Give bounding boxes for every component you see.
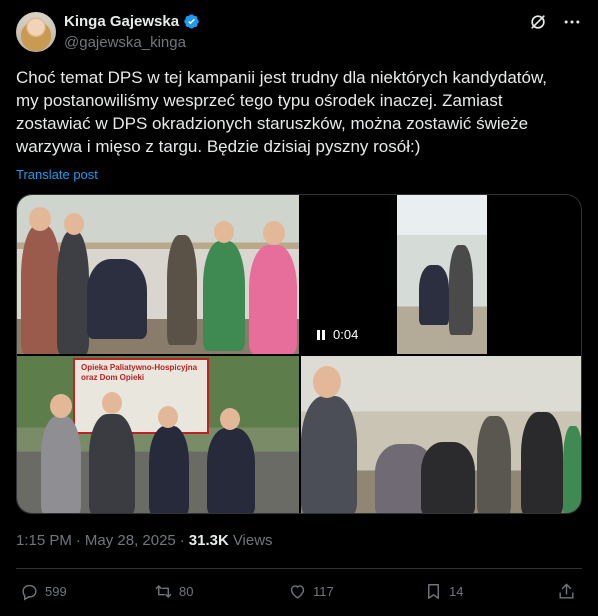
person-figure [421, 442, 475, 513]
person-figure [89, 414, 135, 513]
video-frame [397, 195, 487, 354]
person-figure [207, 428, 255, 513]
banner-sign: Opieka Paliatywno-Hospicyjna oraz Dom Op… [73, 358, 209, 434]
video-tile[interactable]: 0:04 [301, 195, 581, 354]
person-head [64, 213, 84, 235]
display-name[interactable]: Kinga Gajewska [64, 13, 179, 30]
reply-count: 599 [45, 584, 67, 599]
avatar[interactable] [16, 12, 56, 52]
person-head [214, 221, 234, 243]
action-bar: 599 80 117 14 [20, 582, 582, 604]
bookmark-button[interactable]: 14 [424, 582, 463, 601]
retweet-button[interactable]: 80 [154, 582, 193, 601]
reply-icon [22, 584, 37, 601]
tweet-text: Choć temat DPS w tej kampanii jest trudn… [16, 68, 548, 156]
person-figure [149, 426, 189, 513]
media-grid: 0:04 Opieka Paliatywno-Hospicyjna oraz D… [16, 194, 582, 514]
post-date[interactable]: May 28, 2025 [85, 532, 176, 549]
person-head [263, 221, 285, 245]
person-head [29, 207, 51, 231]
bookmark-icon [428, 584, 439, 599]
views-label: Views [232, 532, 273, 549]
tweet-header: Kinga Gajewska @gajewska_kinga [16, 12, 582, 54]
person-figure [521, 412, 563, 513]
person-head [50, 394, 72, 418]
person-figure [419, 265, 449, 325]
person-figure [21, 225, 61, 354]
more-icon[interactable] [562, 12, 582, 32]
handle[interactable]: @gajewska_kinga [64, 34, 186, 51]
photo-1[interactable] [17, 195, 299, 354]
bookmark-count: 14 [449, 584, 464, 599]
pause-icon[interactable] [315, 329, 327, 341]
video-duration-badge: 0:04 [315, 327, 358, 342]
divider [16, 568, 582, 569]
meta-separator: · [179, 532, 185, 549]
retweet-count: 80 [179, 584, 194, 599]
like-button[interactable]: 117 [288, 582, 334, 601]
meta-separator: · [75, 532, 81, 549]
person-figure [57, 231, 89, 354]
post-time[interactable]: 1:15 PM [16, 532, 72, 549]
person-figure [449, 245, 473, 335]
views-count: 31.3K [188, 532, 229, 549]
person-head [158, 406, 178, 428]
person-figure [203, 241, 245, 351]
photo-4[interactable] [301, 356, 581, 513]
person-head [313, 366, 341, 398]
share-icon [559, 583, 574, 599]
person-figure [41, 416, 81, 513]
header-actions [528, 12, 582, 32]
post-meta: 1:15 PM · May 28, 2025 · 31.3K Views [16, 532, 273, 549]
person-figure [563, 426, 581, 513]
heart-icon [290, 585, 305, 599]
photo-3[interactable]: Opieka Paliatywno-Hospicyjna oraz Dom Op… [17, 356, 299, 513]
translate-post-link[interactable]: Translate post [16, 167, 98, 182]
person-head [220, 408, 240, 430]
person-figure [301, 396, 357, 513]
person-figure [477, 416, 511, 513]
grok-icon[interactable] [528, 12, 548, 32]
person-head [102, 392, 122, 414]
like-count: 117 [313, 584, 334, 599]
person-figure [249, 245, 297, 354]
person-figure [87, 259, 147, 339]
reply-button[interactable]: 599 [20, 582, 67, 601]
share-button[interactable] [557, 582, 576, 601]
name-row: Kinga Gajewska [64, 13, 200, 30]
verified-badge-icon [184, 14, 199, 29]
video-duration: 0:04 [333, 327, 359, 342]
retweet-icon [155, 585, 172, 598]
person-figure [167, 235, 197, 345]
banner-text: Opieka Paliatywno-Hospicyjna oraz Dom Op… [81, 363, 198, 382]
